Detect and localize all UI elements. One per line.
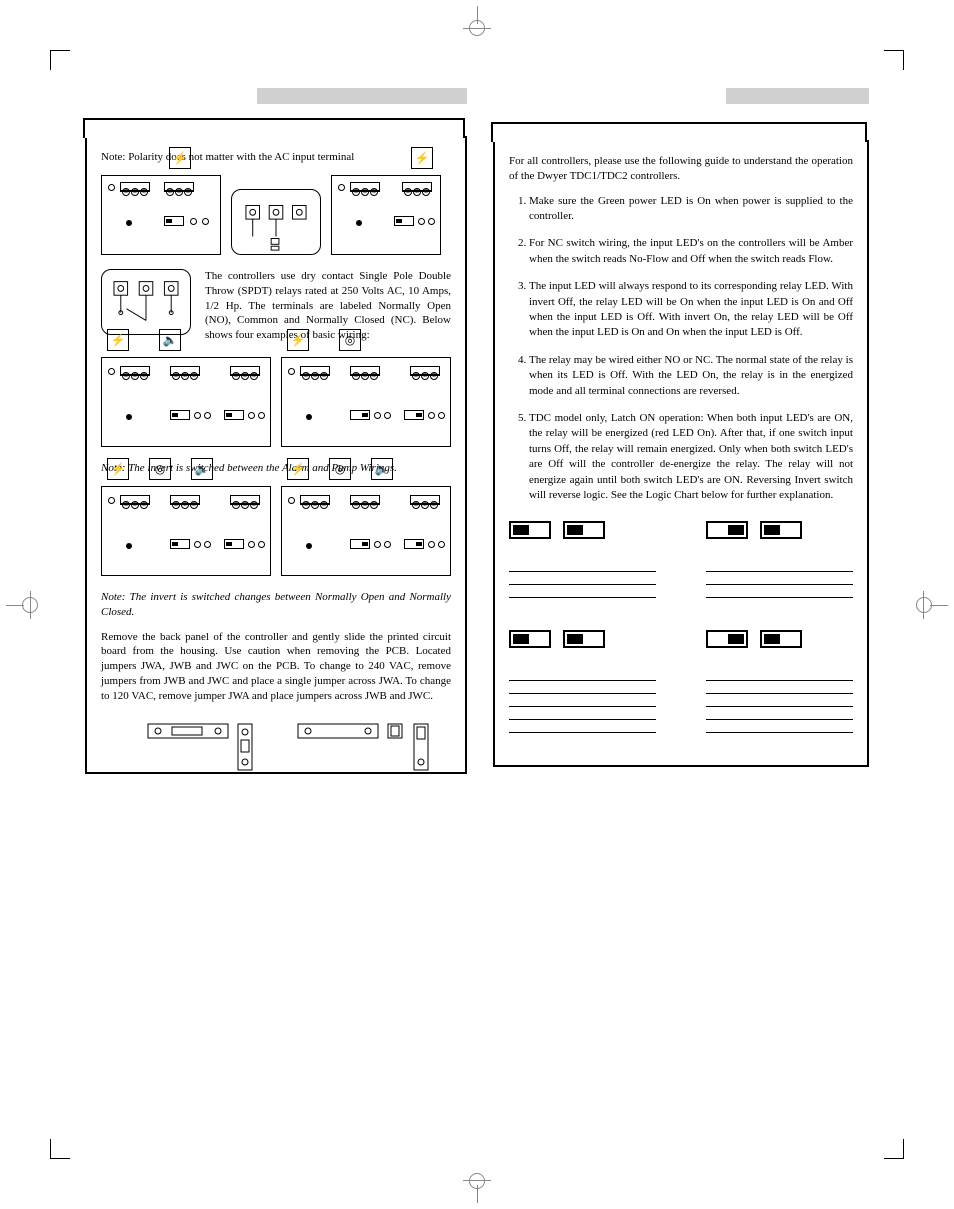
right-header-bar xyxy=(726,88,869,104)
speaker-icon: 🔈 xyxy=(371,458,393,480)
pump-icon: ◎ xyxy=(329,458,351,480)
lightning-icon: ⚡ xyxy=(169,147,191,169)
wiring-row-3: ⚡ ◎ 🔈 ⊘⊘⊘ ⊘⊘⊘ ⊘⊘⊘ xyxy=(101,486,451,576)
operation-list: Make sure the Green power LED is On when… xyxy=(509,194,853,504)
wiring-diagram-4: ⚡ ◎ ⊘⊘⊘ ⊘⊘⊘ ⊘⊘⊘ xyxy=(281,357,451,447)
relay-terminal-diagram xyxy=(101,269,191,335)
left-section-box: Note: Polarity does not matter with the … xyxy=(85,136,467,774)
lightning-icon: ⚡ xyxy=(411,147,433,169)
operation-item-3: The input LED will always respond to its… xyxy=(529,279,853,341)
speaker-icon: 🔈 xyxy=(191,458,213,480)
left-column: Note: Polarity does not matter with the … xyxy=(85,88,467,1129)
wiring-diagram-1: ⚡ ⊘⊘⊘ ⊘⊘⊘ xyxy=(101,175,221,255)
logic-switch-group-4 xyxy=(706,630,853,648)
operation-item-4: The relay may be wired either NO or NC. … xyxy=(529,353,853,399)
right-column: For all controllers, please use the foll… xyxy=(493,88,869,1129)
invert-note-2: Note: The invert is switched changes bet… xyxy=(101,590,451,620)
wiring-row-2: ⚡ 🔈 ⊘⊘⊘ ⊘⊘⊘ ⊘⊘⊘ xyxy=(101,357,451,447)
jumper-120vac xyxy=(296,718,406,758)
lightning-icon: ⚡ xyxy=(107,458,129,480)
jumper-diagrams xyxy=(101,718,451,758)
polarity-note: Note: Polarity does not matter with the … xyxy=(101,150,451,165)
logic-chart xyxy=(509,521,853,745)
operation-intro: For all controllers, please use the foll… xyxy=(509,154,853,184)
wiring-row-1: ⚡ ⊘⊘⊘ ⊘⊘⊘ xyxy=(101,175,451,255)
pump-icon: ◎ xyxy=(339,329,361,351)
logic-switch-group-2 xyxy=(706,521,853,539)
wiring-diagram-2: ⚡ ⊘⊘⊘ ⊘⊘⊘ xyxy=(331,175,441,255)
lightning-icon: ⚡ xyxy=(107,329,129,351)
logic-switch-group-3 xyxy=(509,630,656,648)
right-section-tab xyxy=(491,122,867,142)
wiring-diagram-5: ⚡ ◎ 🔈 ⊘⊘⊘ ⊘⊘⊘ ⊘⊘⊘ xyxy=(101,486,271,576)
operation-item-1: Make sure the Green power LED is On when… xyxy=(529,194,853,225)
wiring-diagram-6: ⚡ ◎ 🔈 ⊘⊘⊘ ⊘⊘⊘ ⊘⊘⊘ xyxy=(281,486,451,576)
operation-item-2: For NC switch wiring, the input LED's on… xyxy=(529,236,853,267)
pump-icon: ◎ xyxy=(149,458,171,480)
lightning-icon: ⚡ xyxy=(287,329,309,351)
lightning-icon: ⚡ xyxy=(287,458,309,480)
left-section-tab xyxy=(83,118,465,138)
speaker-icon: 🔈 xyxy=(159,329,181,351)
left-header-bar xyxy=(257,88,467,104)
page-content: Note: Polarity does not matter with the … xyxy=(45,40,909,1169)
right-section-box: For all controllers, please use the foll… xyxy=(493,140,869,767)
switch-diagram-1 xyxy=(231,189,321,255)
operation-item-5: TDC model only, Latch ON operation: When… xyxy=(529,411,853,503)
jumper-paragraph: Remove the back panel of the controller … xyxy=(101,630,451,704)
wiring-diagram-3: ⚡ 🔈 ⊘⊘⊘ ⊘⊘⊘ ⊘⊘⊘ xyxy=(101,357,271,447)
jumper-240vac xyxy=(146,718,256,758)
logic-switch-group-1 xyxy=(509,521,656,539)
